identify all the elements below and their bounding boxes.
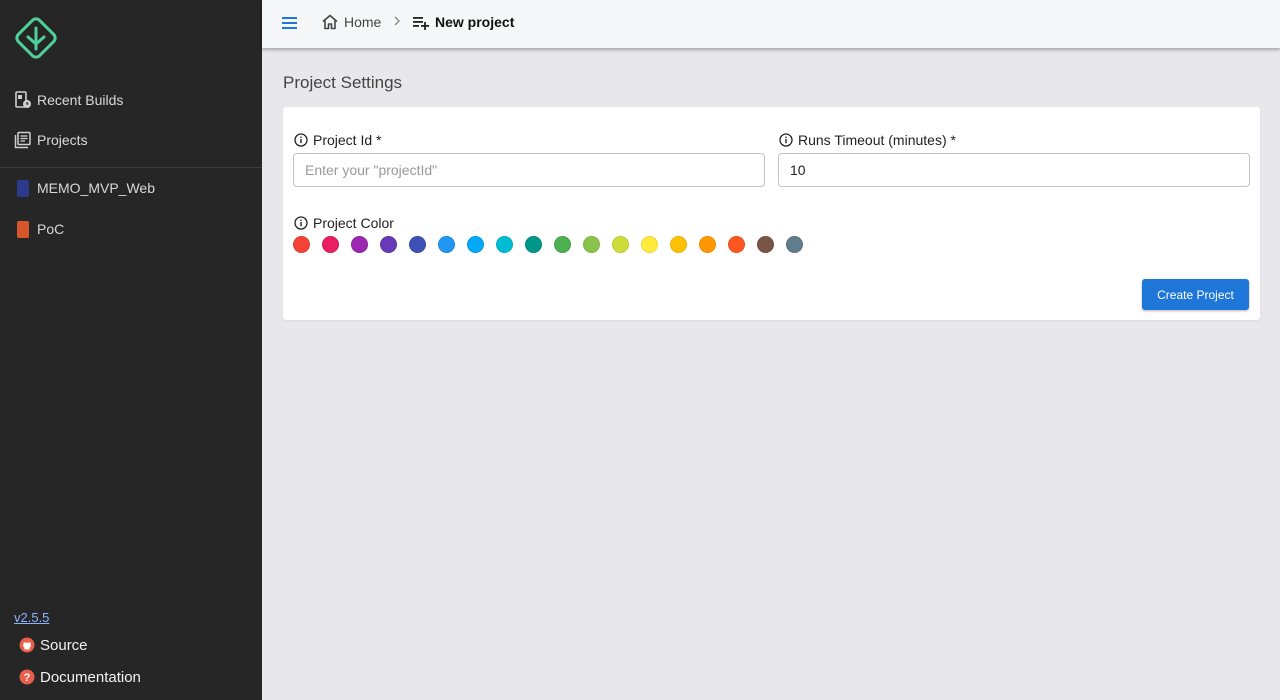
nav-label: Recent Builds — [37, 92, 124, 108]
github-icon — [19, 637, 35, 653]
project-id-label-text: Project Id * — [313, 132, 382, 148]
version-link[interactable]: v2.5.5 — [14, 610, 49, 625]
breadcrumb-label: New project — [435, 14, 515, 30]
nav-projects[interactable]: Projects — [14, 128, 88, 152]
sidebar-divider — [0, 167, 262, 168]
color-swatch-16[interactable] — [757, 236, 774, 253]
nav-recent-builds[interactable]: Recent Builds — [14, 88, 123, 112]
projects-icon — [14, 131, 32, 149]
color-swatch-2[interactable] — [351, 236, 368, 253]
project-label: MEMO_MVP_Web — [37, 180, 155, 196]
color-swatch-0[interactable] — [293, 236, 310, 253]
info-icon — [294, 133, 308, 147]
runs-timeout-label-text: Runs Timeout (minutes) * — [798, 132, 956, 148]
color-swatch-13[interactable] — [670, 236, 687, 253]
color-swatch-15[interactable] — [728, 236, 745, 253]
project-color-picker — [293, 236, 815, 253]
breadcrumb-separator — [391, 0, 403, 44]
project-settings-card: Project Id * Runs Timeout (minutes) * Pr… — [283, 107, 1260, 320]
documentation-link[interactable]: ? Documentation — [19, 667, 141, 687]
color-swatch-14[interactable] — [699, 236, 716, 253]
color-swatch-17[interactable] — [786, 236, 803, 253]
create-project-button[interactable]: Create Project — [1142, 279, 1249, 310]
recent-builds-icon — [14, 91, 32, 109]
color-swatch-10[interactable] — [583, 236, 600, 253]
nav-label: Projects — [37, 132, 88, 148]
source-link[interactable]: Source — [19, 635, 88, 655]
color-swatch-8[interactable] — [525, 236, 542, 253]
sidebar-project-memo-mvp-web[interactable]: MEMO_MVP_Web — [14, 176, 155, 200]
sidebar: Recent Builds Projects MEMO_MVP_Web PoC … — [0, 0, 262, 700]
runs-timeout-label: Runs Timeout (minutes) * — [779, 132, 956, 148]
menu-icon[interactable] — [280, 13, 300, 33]
source-label: Source — [40, 636, 88, 654]
color-swatch-5[interactable] — [438, 236, 455, 253]
info-icon — [294, 216, 308, 230]
color-swatch-12[interactable] — [641, 236, 658, 253]
project-color-swatch — [17, 220, 29, 238]
chevron-right-icon — [391, 14, 403, 30]
topbar: Home New project — [262, 0, 1280, 48]
sidebar-project-poc[interactable]: PoC — [14, 217, 64, 241]
breadcrumb-home[interactable]: Home — [321, 0, 381, 44]
color-swatch-4[interactable] — [409, 236, 426, 253]
breadcrumb-label: Home — [344, 14, 382, 30]
help-icon: ? — [19, 669, 35, 685]
project-color-label-text: Project Color — [313, 215, 394, 231]
project-id-input[interactable] — [293, 153, 765, 187]
page-title: Project Settings — [283, 73, 403, 92]
color-swatch-1[interactable] — [322, 236, 339, 253]
documentation-label: Documentation — [40, 668, 141, 686]
color-swatch-7[interactable] — [496, 236, 513, 253]
info-icon — [779, 133, 793, 147]
home-icon — [321, 13, 339, 31]
breadcrumb-new-project: New project — [412, 0, 514, 44]
project-color-label: Project Color — [294, 215, 394, 231]
color-swatch-9[interactable] — [554, 236, 571, 253]
color-swatch-6[interactable] — [467, 236, 484, 253]
runs-timeout-input[interactable] — [778, 153, 1250, 187]
project-color-swatch — [17, 179, 29, 197]
svg-text:?: ? — [24, 672, 31, 684]
app-logo-icon[interactable] — [14, 16, 58, 60]
project-id-label: Project Id * — [294, 132, 381, 148]
playlist-add-icon — [412, 13, 430, 31]
project-label: PoC — [37, 221, 65, 237]
color-swatch-3[interactable] — [380, 236, 397, 253]
color-swatch-11[interactable] — [612, 236, 629, 253]
